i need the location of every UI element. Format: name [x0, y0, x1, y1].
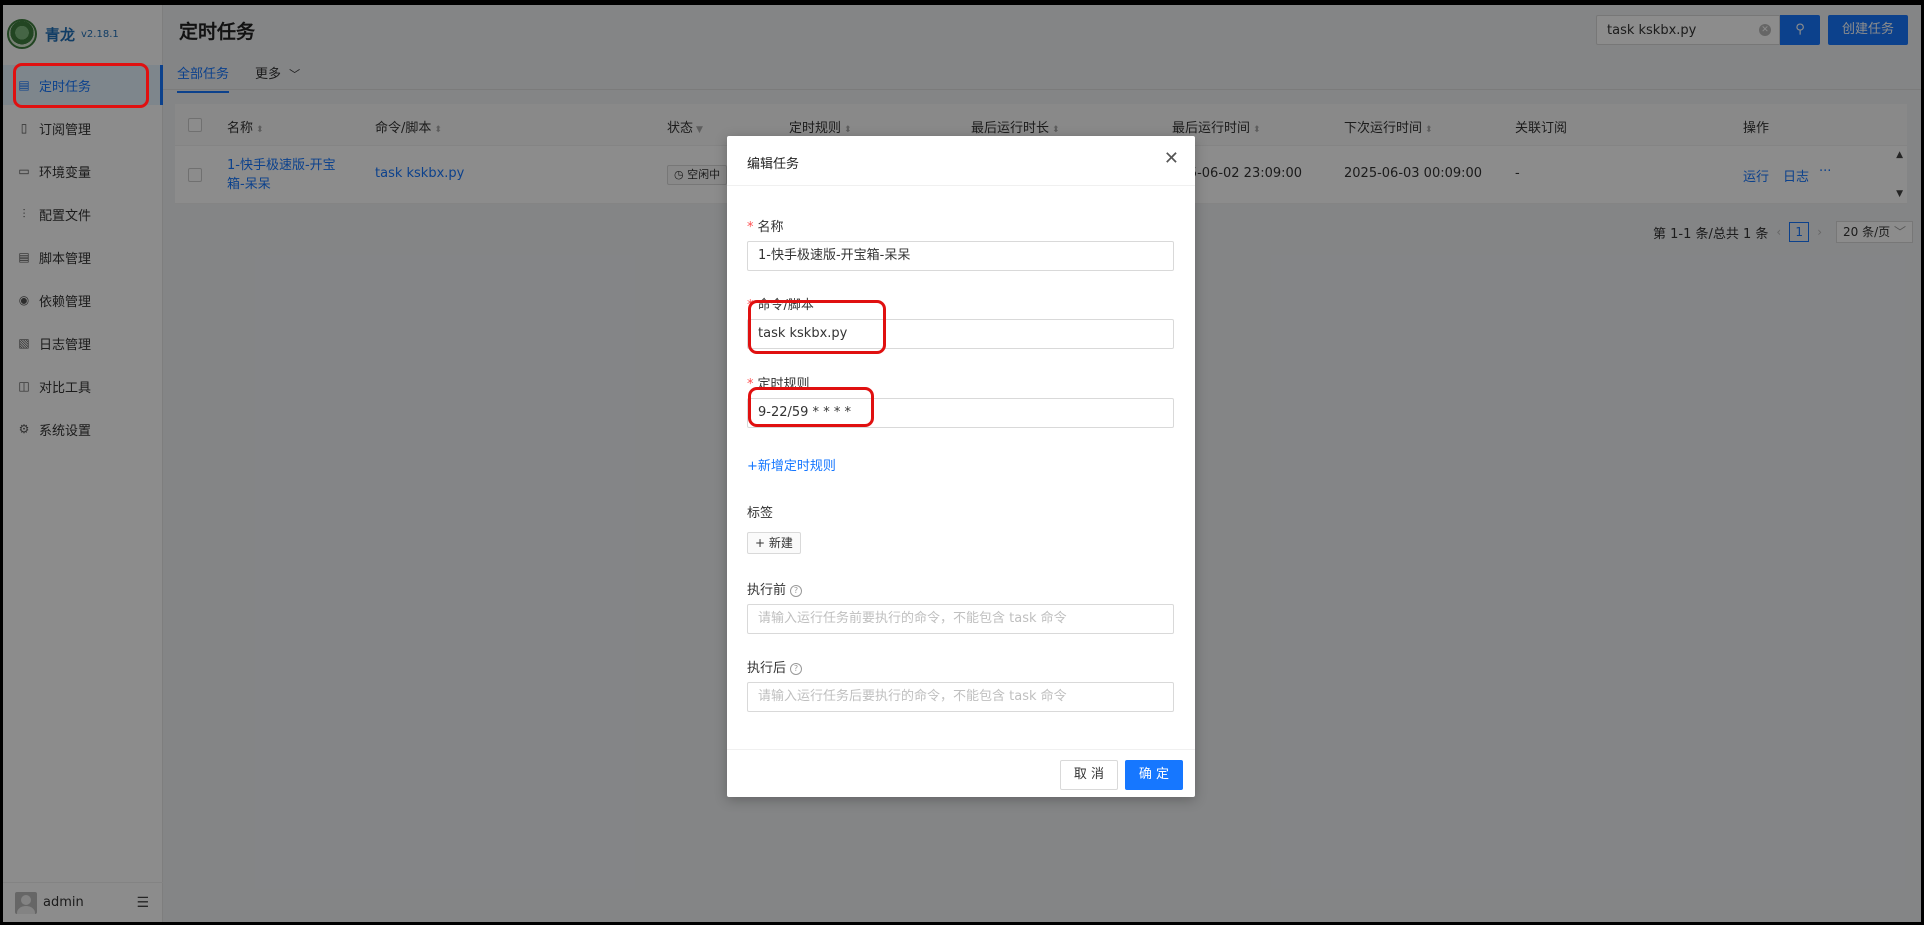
tags-label: 标签: [747, 506, 774, 521]
command-input[interactable]: task kskbx.py: [747, 319, 1174, 349]
after-label: 执行后?: [747, 657, 803, 676]
dialog-footer: 取 消 确 定: [727, 749, 1195, 797]
name-label: * 名称: [747, 220, 784, 235]
ok-button[interactable]: 确 定: [1125, 760, 1183, 790]
before-label: 执行前?: [747, 579, 803, 598]
schedule-input[interactable]: 9-22/59 * * * *: [747, 398, 1174, 428]
schedule-label: * 定时规则: [747, 377, 810, 392]
new-tag-button[interactable]: + 新建: [747, 532, 801, 554]
close-icon[interactable]: ✕: [1164, 148, 1179, 169]
add-schedule-link[interactable]: +新增定时规则: [747, 455, 836, 474]
before-command-input[interactable]: 请输入运行任务前要执行的命令，不能包含 task 命令: [747, 604, 1174, 634]
dialog-header: 编辑任务 ✕: [727, 136, 1195, 186]
edit-task-dialog: 编辑任务 ✕ * 名称 1-快手极速版-开宝箱-呆呆 * 命令/脚本 task ks…: [727, 136, 1195, 797]
command-label: * 命令/脚本: [747, 298, 814, 313]
name-input[interactable]: 1-快手极速版-开宝箱-呆呆: [747, 241, 1174, 271]
dialog-title: 编辑任务: [747, 157, 800, 172]
app-window: 青龙 v2.18.1 ▤ 定时任务 ▯ 订阅管理 ▭ 环境变量 ⫶ 配置文件 ▤…: [3, 5, 1921, 922]
after-command-input[interactable]: 请输入运行任务后要执行的命令，不能包含 task 命令: [747, 682, 1174, 712]
help-icon: ?: [790, 585, 803, 597]
help-icon: ?: [790, 663, 803, 675]
cancel-button[interactable]: 取 消: [1060, 760, 1118, 790]
